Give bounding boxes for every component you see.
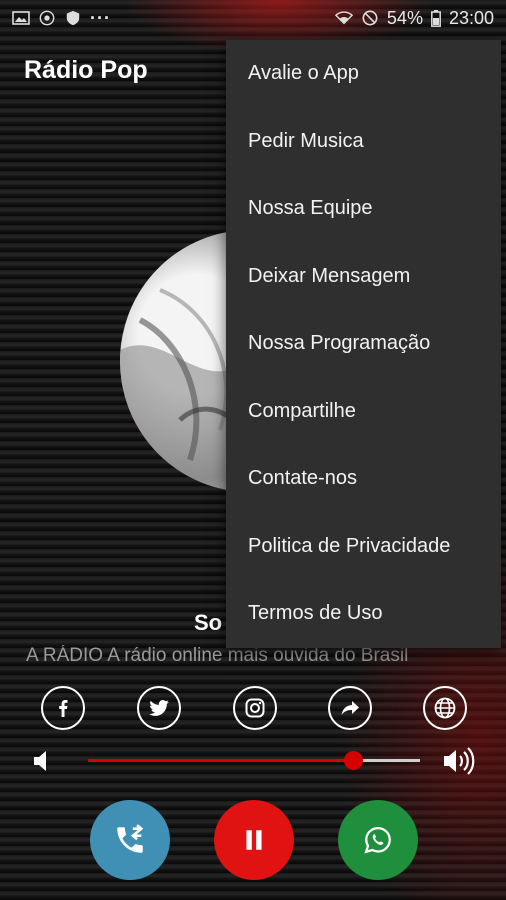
whatsapp-icon — [364, 826, 391, 854]
volume-slider[interactable] — [88, 751, 420, 770]
facebook-icon — [59, 700, 68, 717]
battery-percent: 54% — [386, 7, 423, 28]
instagram-icon — [245, 698, 265, 718]
share-icon — [341, 701, 359, 715]
facebook-button[interactable] — [41, 686, 85, 730]
battery-icon — [431, 9, 441, 27]
overflow-menu: Avalie o App Pedir Musica Nossa Equipe Deix… — [226, 40, 501, 648]
menu-item[interactable]: Contate-nos — [226, 445, 501, 513]
menu-item[interactable]: Deixar Mensagem — [226, 243, 501, 311]
twitter-button[interactable] — [137, 686, 181, 730]
app-notification-icon — [39, 10, 55, 26]
volume-slider-fill — [88, 759, 354, 762]
pause-icon — [246, 830, 262, 850]
instagram-button[interactable] — [233, 686, 277, 730]
menu-item[interactable]: Pedir Musica — [226, 108, 501, 176]
menu-item[interactable]: Termos de Uso — [226, 580, 501, 648]
menu-item[interactable]: Nossa Programação — [226, 310, 501, 378]
volume-slider-thumb[interactable] — [344, 751, 364, 770]
globe-icon — [434, 697, 456, 719]
pause-button[interactable] — [214, 800, 294, 880]
status-bar: ··· 54% 23:00 — [0, 0, 506, 36]
twitter-icon — [149, 700, 169, 716]
menu-item[interactable]: Compartilhe — [226, 378, 501, 446]
status-left: ··· — [12, 8, 111, 29]
share-button[interactable] — [328, 686, 372, 730]
volume-low-icon[interactable] — [32, 748, 54, 774]
whatsapp-button[interactable] — [338, 800, 418, 880]
status-right: 54% 23:00 — [334, 7, 494, 29]
menu-item[interactable]: Nossa Equipe — [226, 175, 501, 243]
more-notifications-indicator: ··· — [90, 7, 111, 28]
call-forward-icon — [117, 824, 144, 853]
app-title: Rádio Pop — [24, 56, 148, 84]
wifi-icon — [334, 11, 353, 25]
menu-item[interactable]: Avalie o App — [226, 40, 501, 108]
shield-icon — [66, 10, 80, 26]
volume-high-icon[interactable] — [442, 746, 476, 776]
station-tagline: A RÁDIO A rádio online mais ouvida do Br… — [26, 645, 409, 666]
menu-item[interactable]: Politica de Privacidade — [226, 513, 501, 581]
image-notification-icon — [12, 11, 30, 25]
call-button[interactable] — [90, 800, 170, 880]
social-links — [0, 686, 506, 732]
clock: 23:00 — [448, 7, 494, 28]
song-title: So — [194, 610, 223, 635]
website-button[interactable] — [423, 686, 467, 730]
do-not-disturb-icon — [362, 10, 378, 26]
